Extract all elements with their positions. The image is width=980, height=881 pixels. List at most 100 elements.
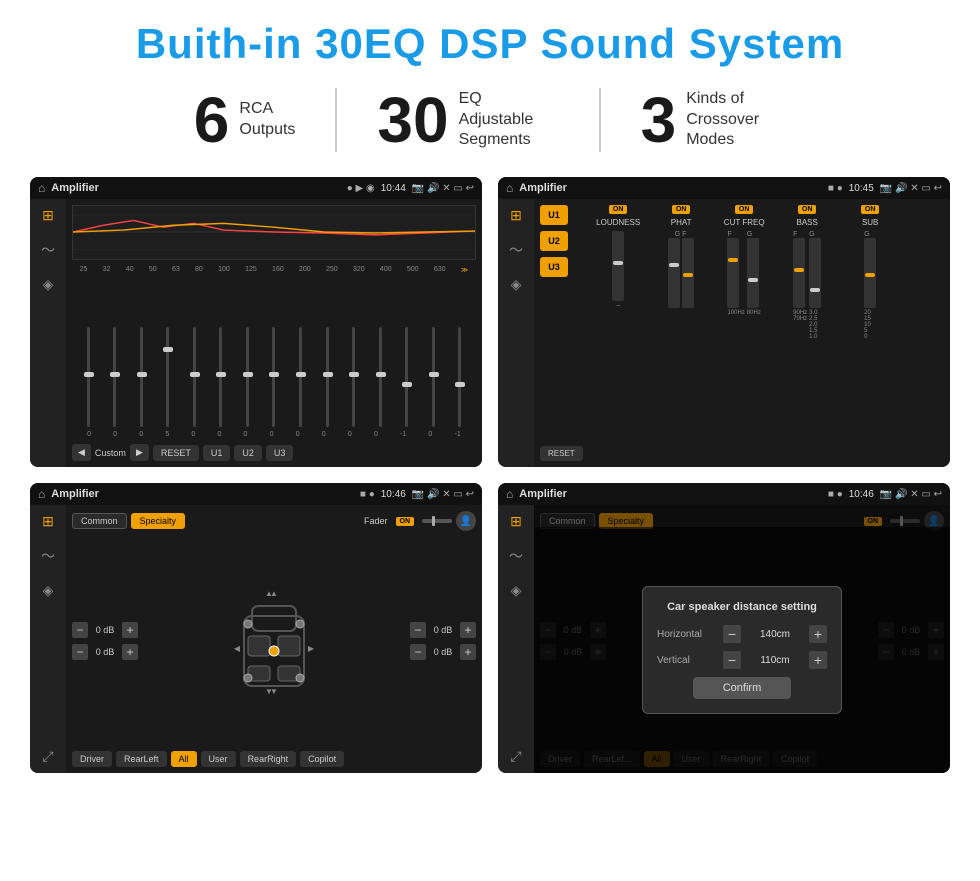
amp-reset-btn[interactable]: RESET: [540, 446, 583, 461]
db-value-fr: 0 dB: [429, 625, 457, 635]
db-minus-rl[interactable]: −: [72, 644, 88, 660]
dialog-horizontal-row: Horizontal − 140cm +: [657, 625, 827, 643]
db-value-rr: 0 dB: [429, 647, 457, 657]
sidebar-eq-icon-4[interactable]: ⊞: [510, 513, 522, 530]
eq-preset-label: Custom: [95, 448, 126, 458]
sidebar-speaker-icon[interactable]: ◈: [43, 276, 54, 293]
stat-number-eq: 30: [377, 88, 448, 152]
tab-specialty-3[interactable]: Specialty: [131, 513, 186, 529]
eq-slider-2[interactable]: [113, 327, 116, 427]
home-icon-3[interactable]: ⌂: [38, 487, 45, 501]
system-icons-2: 📷 🔊 ✕ ▭ ↩: [880, 183, 942, 194]
sidebar-wave-icon-4[interactable]: 〜: [509, 546, 523, 566]
eq-slider-5[interactable]: [193, 327, 196, 427]
system-icons-4: 📷 🔊 ✕ ▭ ↩: [880, 489, 942, 500]
sidebar-wave-icon[interactable]: 〜: [41, 240, 55, 260]
svg-text:▶: ▶: [308, 644, 314, 653]
screen-content-4: ⊞ 〜 ◈ ⤢ Common Specialty ON 👤: [498, 505, 950, 773]
dialog-vertical-row: Vertical − 110cm +: [657, 651, 827, 669]
eq-u2-btn[interactable]: U2: [234, 445, 262, 461]
db-control-rl: − 0 dB +: [72, 644, 138, 660]
eq-slider-6[interactable]: [219, 327, 222, 427]
specialty-main: Common Specialty Fader ON 👤 − 0: [66, 505, 482, 773]
speaker-layout-3: − 0 dB + − 0 dB +: [72, 537, 476, 745]
db-plus-fl[interactable]: +: [122, 622, 138, 638]
eq-slider-1[interactable]: [87, 327, 90, 427]
app-title-2: Amplifier: [519, 182, 822, 194]
db-plus-rr[interactable]: +: [460, 644, 476, 660]
loudness-label: LOUDNESS: [596, 218, 640, 227]
vertical-value: 110cm: [747, 655, 803, 666]
fader-on-badge-3: ON: [396, 517, 415, 526]
db-plus-rl[interactable]: +: [122, 644, 138, 660]
eq-slider-7[interactable]: [246, 327, 249, 427]
preset-u2-btn[interactable]: U2: [540, 231, 568, 251]
status-icons-1: ● ▶ ◉: [347, 183, 375, 194]
db-minus-rr[interactable]: −: [410, 644, 426, 660]
eq-slider-3[interactable]: [140, 327, 143, 427]
sidebar-speaker-icon-2[interactable]: ◈: [511, 276, 522, 293]
driver-btn-3[interactable]: Driver: [72, 751, 112, 767]
dialog-title: Car speaker distance setting: [657, 601, 827, 613]
eq-slider-11[interactable]: [352, 327, 355, 427]
copilot-btn-3[interactable]: Copilot: [300, 751, 344, 767]
sidebar-wave-icon-3[interactable]: 〜: [41, 546, 55, 566]
eq-slider-9[interactable]: [299, 327, 302, 427]
sidebar-eq-icon-2[interactable]: ⊞: [510, 207, 522, 224]
sidebar-expand-icon-4[interactable]: ⤢: [510, 748, 521, 765]
rearleft-btn-3[interactable]: RearLeft: [116, 751, 167, 767]
db-control-fl: − 0 dB +: [72, 622, 138, 638]
eq-slider-14[interactable]: [432, 327, 435, 427]
db-plus-fr[interactable]: +: [460, 622, 476, 638]
sidebar-wave-icon-2[interactable]: 〜: [509, 240, 523, 260]
db-minus-fl[interactable]: −: [72, 622, 88, 638]
sub-on-badge: ON: [861, 205, 880, 214]
db-minus-fr[interactable]: −: [410, 622, 426, 638]
stat-number-crossover: 3: [641, 88, 677, 152]
eq-values: 00 05 00 00 00 00 -10 -1: [72, 431, 476, 438]
preset-u3-btn[interactable]: U3: [540, 257, 568, 277]
eq-slider-4[interactable]: [166, 327, 169, 427]
eq-prev-btn[interactable]: ◀: [72, 444, 91, 461]
vertical-plus-btn[interactable]: +: [809, 651, 827, 669]
sidebar-eq-icon[interactable]: ⊞: [42, 207, 54, 224]
fader-slider-3[interactable]: [422, 519, 452, 523]
sidebar-eq-icon-3[interactable]: ⊞: [42, 513, 54, 530]
dialog-box: Car speaker distance setting Horizontal …: [642, 586, 842, 714]
screen-content-2: ⊞ 〜 ◈ U1 U2 U3 RESET: [498, 199, 950, 467]
status-bar-4: ⌂ Amplifier ■ ● 10:46 📷 🔊 ✕ ▭ ↩: [498, 483, 950, 505]
home-icon-4[interactable]: ⌂: [506, 487, 513, 501]
eq-next-btn[interactable]: ▶: [130, 444, 149, 461]
eq-slider-10[interactable]: [326, 327, 329, 427]
eq-slider-15[interactable]: [458, 327, 461, 427]
app-title-3: Amplifier: [51, 488, 354, 500]
preset-u1-btn[interactable]: U1: [540, 205, 568, 225]
svg-text:▲: ▲: [270, 589, 278, 598]
horizontal-plus-btn[interactable]: +: [809, 625, 827, 643]
system-icons-1: 📷 🔊 ✕ ▭ ↩: [412, 183, 474, 194]
screen-amp: ⌂ Amplifier ■ ● 10:45 📷 🔊 ✕ ▭ ↩ ⊞ 〜 ◈ U1…: [498, 177, 950, 467]
sidebar-speaker-icon-4[interactable]: ◈: [511, 582, 522, 599]
eq-u1-btn[interactable]: U1: [203, 445, 231, 461]
main-title: Buith-in 30EQ DSP Sound System: [30, 20, 950, 68]
rearright-btn-3[interactable]: RearRight: [240, 751, 297, 767]
sub-label: SUB: [862, 218, 878, 227]
time-1: 10:44: [381, 183, 406, 194]
eq-slider-8[interactable]: [272, 327, 275, 427]
eq-slider-12[interactable]: [379, 327, 382, 427]
all-btn-3[interactable]: All: [171, 751, 197, 767]
eq-slider-13[interactable]: [405, 327, 408, 427]
confirm-button[interactable]: Confirm: [693, 677, 792, 699]
tab-common-3[interactable]: Common: [72, 513, 127, 529]
stat-rca: 6 RCAOutputs: [154, 88, 338, 152]
horizontal-minus-btn[interactable]: −: [723, 625, 741, 643]
sidebar-speaker-icon-3[interactable]: ◈: [43, 582, 54, 599]
home-icon-2[interactable]: ⌂: [506, 181, 513, 195]
vertical-minus-btn[interactable]: −: [723, 651, 741, 669]
home-icon-1[interactable]: ⌂: [38, 181, 45, 195]
user-btn-3[interactable]: User: [201, 751, 236, 767]
eq-reset-btn[interactable]: RESET: [153, 445, 199, 461]
sidebar-expand-icon-3[interactable]: ⤢: [42, 748, 53, 765]
status-icons-3: ■ ●: [360, 489, 375, 500]
eq-u3-btn[interactable]: U3: [266, 445, 294, 461]
